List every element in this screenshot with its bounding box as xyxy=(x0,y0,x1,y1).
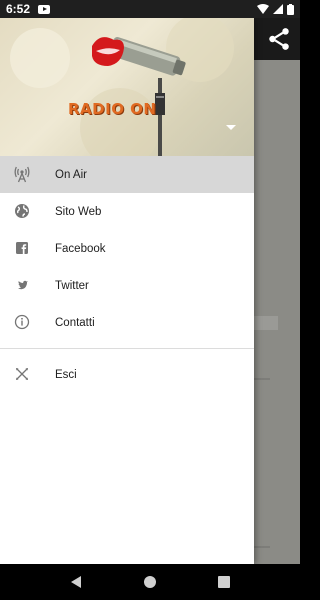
wifi-icon xyxy=(257,4,269,14)
menu-label: Contatti xyxy=(55,316,95,329)
status-indicators xyxy=(257,3,294,15)
menu-divider xyxy=(0,348,254,349)
status-time: 6:52 xyxy=(6,2,31,16)
drawer-header: RADIO ON xyxy=(0,18,254,156)
dropdown-arrow-icon[interactable] xyxy=(224,122,238,132)
menu-item-on-air[interactable]: On Air xyxy=(0,156,254,193)
menu-label: Facebook xyxy=(55,242,106,255)
menu-item-facebook[interactable]: Facebook xyxy=(0,230,254,267)
menu-label: On Air xyxy=(55,168,87,181)
menu-item-sito-web[interactable]: Sito Web xyxy=(0,193,254,230)
globe-icon xyxy=(15,204,29,218)
background-card xyxy=(254,316,278,330)
status-bar: 6:52 xyxy=(0,0,300,18)
navigation-drawer: RADIO ON On Air Sito Web Facebook Twitte… xyxy=(0,18,254,564)
system-nav-bar xyxy=(0,564,300,600)
menu-label: Sito Web xyxy=(55,205,102,218)
drawer-menu: On Air Sito Web Facebook Twitter Contatt… xyxy=(0,156,254,393)
twitter-icon xyxy=(18,280,28,290)
menu-item-contatti[interactable]: Contatti xyxy=(0,304,254,341)
menu-item-esci[interactable]: Esci xyxy=(0,356,254,393)
youtube-notification-icon xyxy=(38,4,51,14)
menu-label: Twitter xyxy=(55,279,89,292)
radio-tower-icon xyxy=(14,166,30,183)
menu-item-twitter[interactable]: Twitter xyxy=(0,267,254,304)
background-divider xyxy=(254,546,270,548)
recents-icon[interactable] xyxy=(217,576,230,588)
share-icon[interactable] xyxy=(266,26,292,52)
close-x-icon xyxy=(16,368,28,380)
battery-icon xyxy=(287,3,294,15)
facebook-icon xyxy=(16,242,28,254)
menu-label: Esci xyxy=(55,368,77,381)
back-icon[interactable] xyxy=(70,575,82,589)
background-divider xyxy=(254,378,270,380)
info-icon xyxy=(14,314,30,330)
brand-logo-text: RADIO ON xyxy=(68,100,157,118)
home-icon[interactable] xyxy=(143,575,157,589)
microphone-logo-image xyxy=(10,18,234,156)
signal-icon xyxy=(273,4,283,14)
